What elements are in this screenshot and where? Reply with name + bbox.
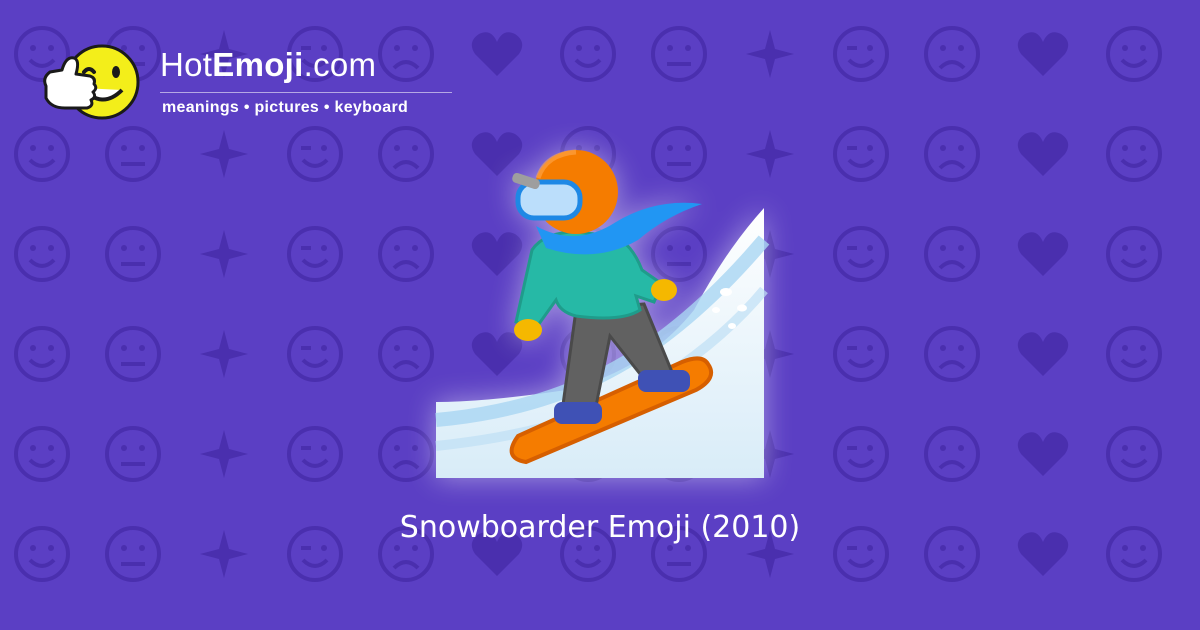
pattern-emoji-icon — [831, 124, 891, 184]
pattern-emoji-icon — [831, 24, 891, 84]
pattern-emoji-icon — [1013, 324, 1073, 384]
pattern-emoji-icon — [12, 324, 72, 384]
site-brand[interactable]: HotEmoji.com meanings • pictures • keybo… — [40, 36, 460, 136]
pattern-emoji-icon — [103, 224, 163, 284]
snowboarder-emoji-image — [426, 140, 774, 488]
pattern-emoji-icon — [1104, 124, 1164, 184]
pattern-emoji-icon — [1013, 424, 1073, 484]
pattern-emoji-icon — [1013, 124, 1073, 184]
pattern-emoji-icon — [922, 324, 982, 384]
pattern-emoji-icon — [194, 324, 254, 384]
pattern-emoji-icon — [1104, 324, 1164, 384]
pattern-emoji-icon — [285, 324, 345, 384]
pattern-emoji-icon — [922, 24, 982, 84]
pattern-emoji-icon — [1104, 224, 1164, 284]
pattern-emoji-icon — [194, 224, 254, 284]
pattern-emoji-icon — [12, 224, 72, 284]
pattern-emoji-icon — [922, 224, 982, 284]
pattern-emoji-icon — [922, 424, 982, 484]
pattern-emoji-icon — [1104, 424, 1164, 484]
pattern-emoji-icon — [194, 424, 254, 484]
pattern-emoji-icon — [831, 324, 891, 384]
site-tagline: meanings • pictures • keyboard — [162, 99, 409, 116]
pattern-emoji-icon — [922, 124, 982, 184]
pattern-emoji-icon — [1104, 24, 1164, 84]
brand-divider — [160, 92, 452, 93]
pattern-emoji-icon — [740, 24, 800, 84]
pattern-emoji-icon — [285, 224, 345, 284]
pattern-emoji-icon — [103, 424, 163, 484]
pattern-emoji-icon — [12, 424, 72, 484]
pattern-emoji-icon — [831, 224, 891, 284]
emoji-caption: Snowboarder Emoji (2010) — [399, 510, 801, 545]
pattern-emoji-icon — [1013, 224, 1073, 284]
pattern-emoji-icon — [649, 24, 709, 84]
pattern-emoji-icon — [285, 424, 345, 484]
pattern-emoji-icon — [103, 324, 163, 384]
site-name: HotEmoji.com — [160, 46, 377, 83]
winking-thumbs-up-logo-icon — [43, 44, 140, 120]
pattern-emoji-icon — [558, 24, 618, 84]
pattern-emoji-icon — [1013, 24, 1073, 84]
snowboarder-icon — [435, 149, 770, 478]
pattern-emoji-icon — [467, 24, 527, 84]
pattern-emoji-icon — [831, 424, 891, 484]
